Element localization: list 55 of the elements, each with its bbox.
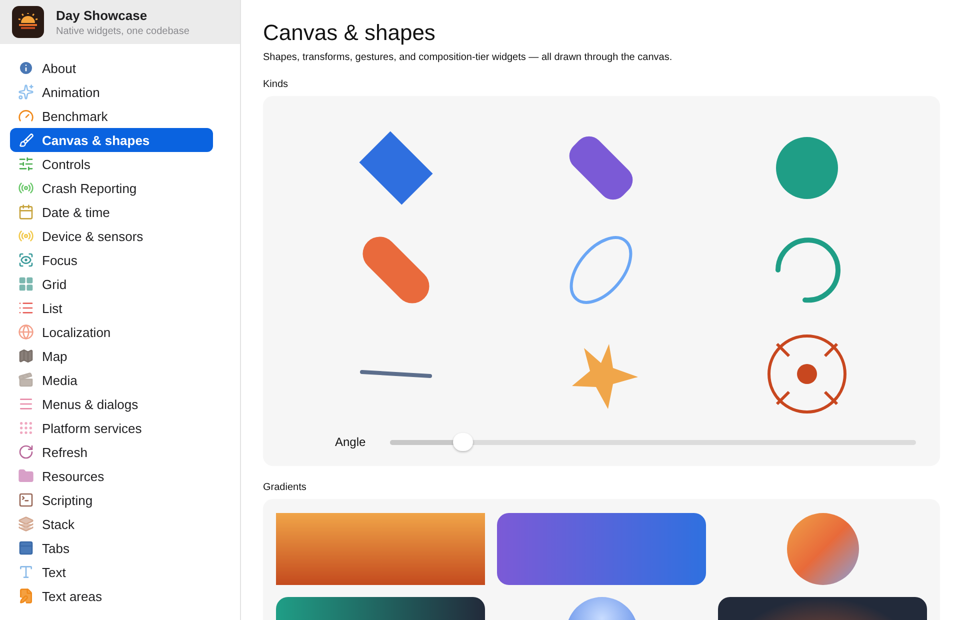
sidebar-item[interactable]: Platform services bbox=[10, 416, 213, 440]
sidebar-item[interactable]: Map bbox=[10, 344, 213, 368]
slider-label: Angle bbox=[335, 435, 366, 449]
section-heading: Kinds bbox=[263, 79, 288, 90]
sidebar-item[interactable]: Date & time bbox=[10, 200, 213, 224]
menu-icon bbox=[18, 396, 34, 412]
folder-icon bbox=[18, 468, 34, 484]
sidebar-item[interactable]: Crash Reporting bbox=[10, 176, 213, 200]
sidebar-item[interactable]: Text areas bbox=[10, 584, 213, 608]
sidebar-item[interactable]: Canvas & shapes bbox=[10, 128, 213, 152]
gauge-icon bbox=[18, 108, 34, 124]
slider-thumb[interactable] bbox=[453, 432, 474, 450]
text-icon bbox=[18, 564, 34, 580]
sidebar-item[interactable]: List bbox=[10, 296, 213, 320]
app-title: Day Showcase bbox=[56, 8, 148, 22]
sidebar-item[interactable]: Animation bbox=[10, 80, 213, 104]
window-icon bbox=[18, 540, 34, 556]
sidebar-item[interactable]: Scripting bbox=[10, 488, 213, 512]
dots-grid-icon bbox=[18, 420, 34, 436]
terminal-icon bbox=[18, 492, 34, 508]
app-subtitle: Native widgets, one codebase bbox=[56, 26, 190, 36]
calendar-icon bbox=[18, 204, 34, 220]
sidebar-item[interactable]: Media bbox=[10, 368, 213, 392]
sidebar-item[interactable]: Benchmark bbox=[10, 104, 213, 128]
sidebar-item[interactable]: Controls bbox=[10, 152, 213, 176]
sidebar-item[interactable]: Tabs bbox=[10, 536, 213, 560]
sparkles-icon bbox=[18, 84, 34, 100]
sunset-logo-icon bbox=[12, 6, 44, 38]
map-icon bbox=[18, 348, 34, 364]
page-title: Canvas & shapes bbox=[263, 20, 436, 46]
brush-icon bbox=[18, 132, 34, 148]
layers-icon bbox=[18, 516, 34, 532]
list-icon bbox=[18, 300, 34, 316]
sidebar-item[interactable]: Resources bbox=[10, 464, 213, 488]
sidebar-item[interactable]: Localization bbox=[10, 320, 213, 344]
file-edit-icon bbox=[18, 588, 34, 604]
sidebar-item[interactable]: About bbox=[10, 56, 213, 80]
sidebar-item[interactable]: Device & sensors bbox=[10, 224, 213, 248]
info-icon bbox=[18, 60, 34, 76]
sidebar-item[interactable]: Grid bbox=[10, 272, 213, 296]
sidebar-item[interactable]: Refresh bbox=[10, 440, 213, 464]
broadcast-icon bbox=[18, 228, 34, 244]
sidebar-item[interactable]: Stack bbox=[10, 512, 213, 536]
globe-icon bbox=[18, 324, 34, 340]
page-subtitle: Shapes, transforms, gestures, and composition-tier widgets — all drawn through the canvas. bbox=[263, 52, 674, 63]
focus-icon bbox=[18, 252, 34, 268]
sidebar-item[interactable]: Focus bbox=[10, 248, 213, 272]
sidebar-item[interactable]: Text bbox=[10, 560, 213, 584]
broadcast-icon bbox=[18, 180, 34, 196]
section-heading: Gradients bbox=[263, 482, 306, 493]
clapperboard-icon bbox=[18, 372, 34, 388]
sidebar-item[interactable]: Menus & dialogs bbox=[10, 392, 213, 416]
grid-icon bbox=[18, 276, 34, 292]
sliders-icon bbox=[18, 156, 34, 172]
refresh-icon bbox=[18, 444, 34, 460]
